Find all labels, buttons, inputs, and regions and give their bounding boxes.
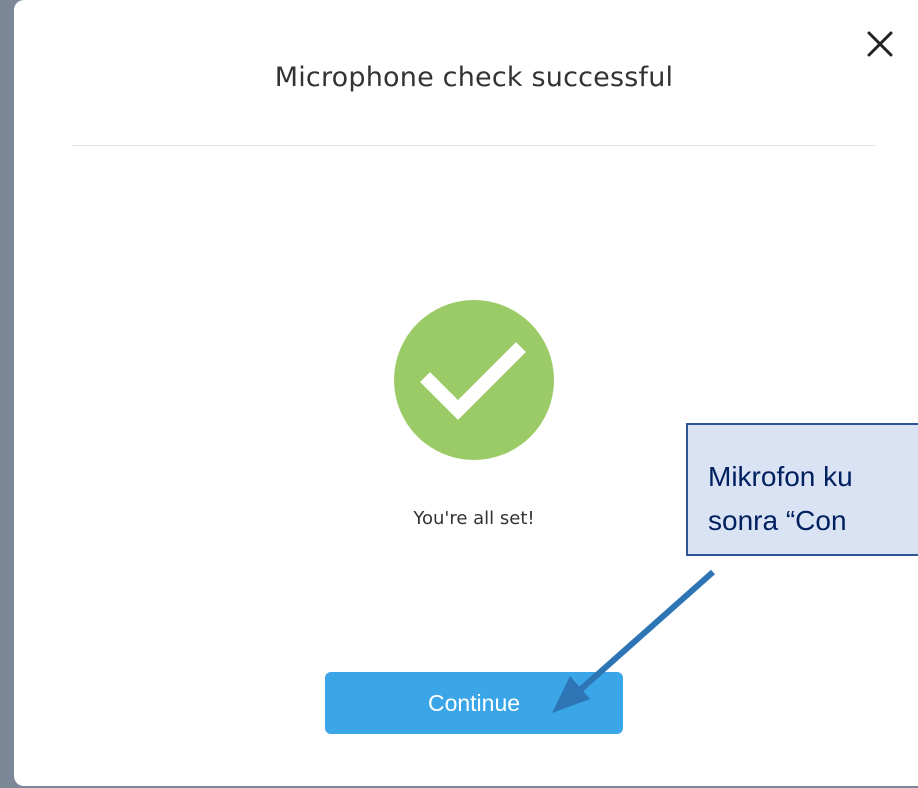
continue-button[interactable]: Continue [325,672,623,734]
callout-line-2: sonra “Con [708,505,847,536]
instruction-callout: Mikrofon ku sonra “Con [686,423,918,556]
callout-line-1: Mikrofon ku [708,461,853,492]
success-indicator [394,300,554,460]
microphone-check-dialog: Microphone check successful You're all s… [14,0,918,786]
dialog-title: Microphone check successful [274,62,674,93]
close-button[interactable] [862,26,898,62]
title-divider [72,145,876,146]
close-icon [867,31,893,57]
checkmark-circle-icon [420,342,526,420]
